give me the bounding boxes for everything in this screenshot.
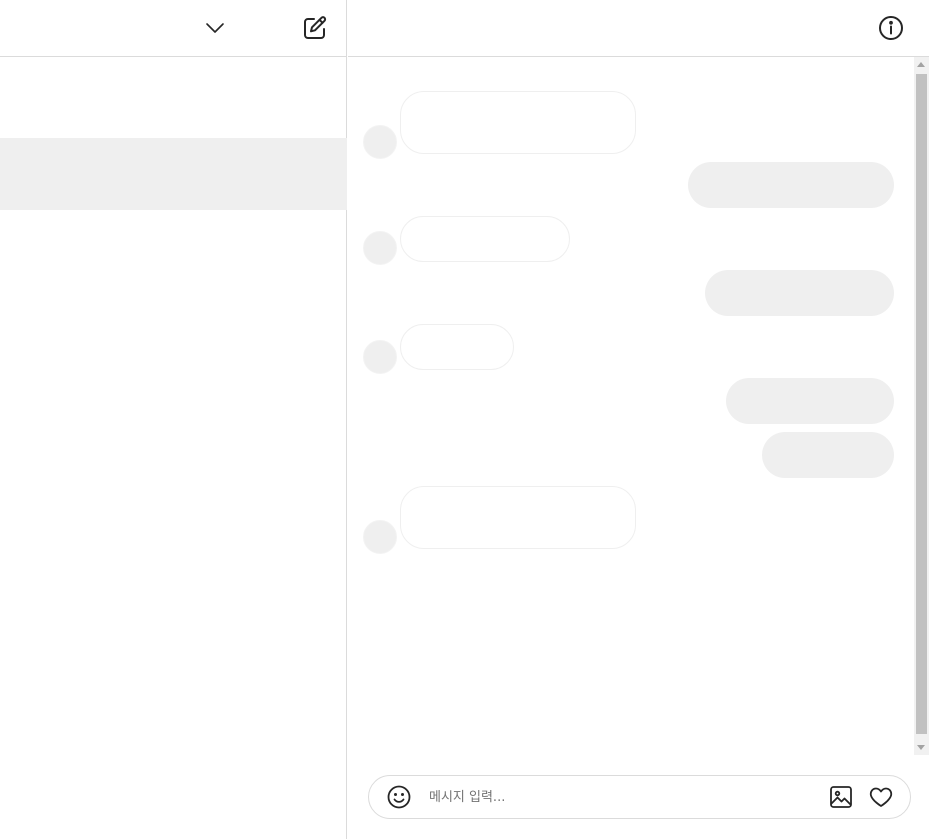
avatar bbox=[363, 340, 397, 374]
avatar bbox=[363, 520, 397, 554]
conversation-list-header bbox=[0, 0, 347, 57]
message-thread-scrollbar[interactable] bbox=[914, 57, 929, 755]
message-bubble-outgoing[interactable] bbox=[762, 432, 894, 478]
message-bubble-incoming[interactable] bbox=[400, 216, 570, 262]
message-input[interactable] bbox=[429, 786, 809, 808]
conversation-list-item[interactable] bbox=[0, 138, 347, 210]
scrollbar-thumb[interactable] bbox=[916, 74, 927, 734]
info-icon[interactable] bbox=[878, 15, 904, 41]
avatar bbox=[363, 231, 397, 265]
message-bubble-incoming[interactable] bbox=[400, 91, 636, 154]
compose-icon[interactable] bbox=[302, 15, 328, 41]
message-thread bbox=[348, 57, 914, 755]
scroll-down-arrow-icon[interactable] bbox=[917, 745, 925, 750]
emoji-icon[interactable] bbox=[387, 785, 411, 809]
avatar bbox=[363, 125, 397, 159]
chat-header bbox=[348, 0, 929, 57]
scroll-up-arrow-icon[interactable] bbox=[917, 62, 925, 67]
conversation-list-pane bbox=[0, 0, 347, 839]
image-icon[interactable] bbox=[829, 785, 853, 809]
chat-pane bbox=[348, 0, 929, 839]
message-composer bbox=[368, 775, 911, 819]
message-bubble-outgoing[interactable] bbox=[726, 378, 894, 424]
direct-messages-app bbox=[0, 0, 929, 839]
chevron-down-icon[interactable] bbox=[203, 16, 227, 40]
message-bubble-incoming[interactable] bbox=[400, 324, 514, 370]
heart-icon[interactable] bbox=[869, 785, 893, 809]
message-bubble-outgoing[interactable] bbox=[705, 270, 894, 316]
message-bubble-outgoing[interactable] bbox=[688, 162, 894, 208]
message-bubble-incoming[interactable] bbox=[400, 486, 636, 549]
